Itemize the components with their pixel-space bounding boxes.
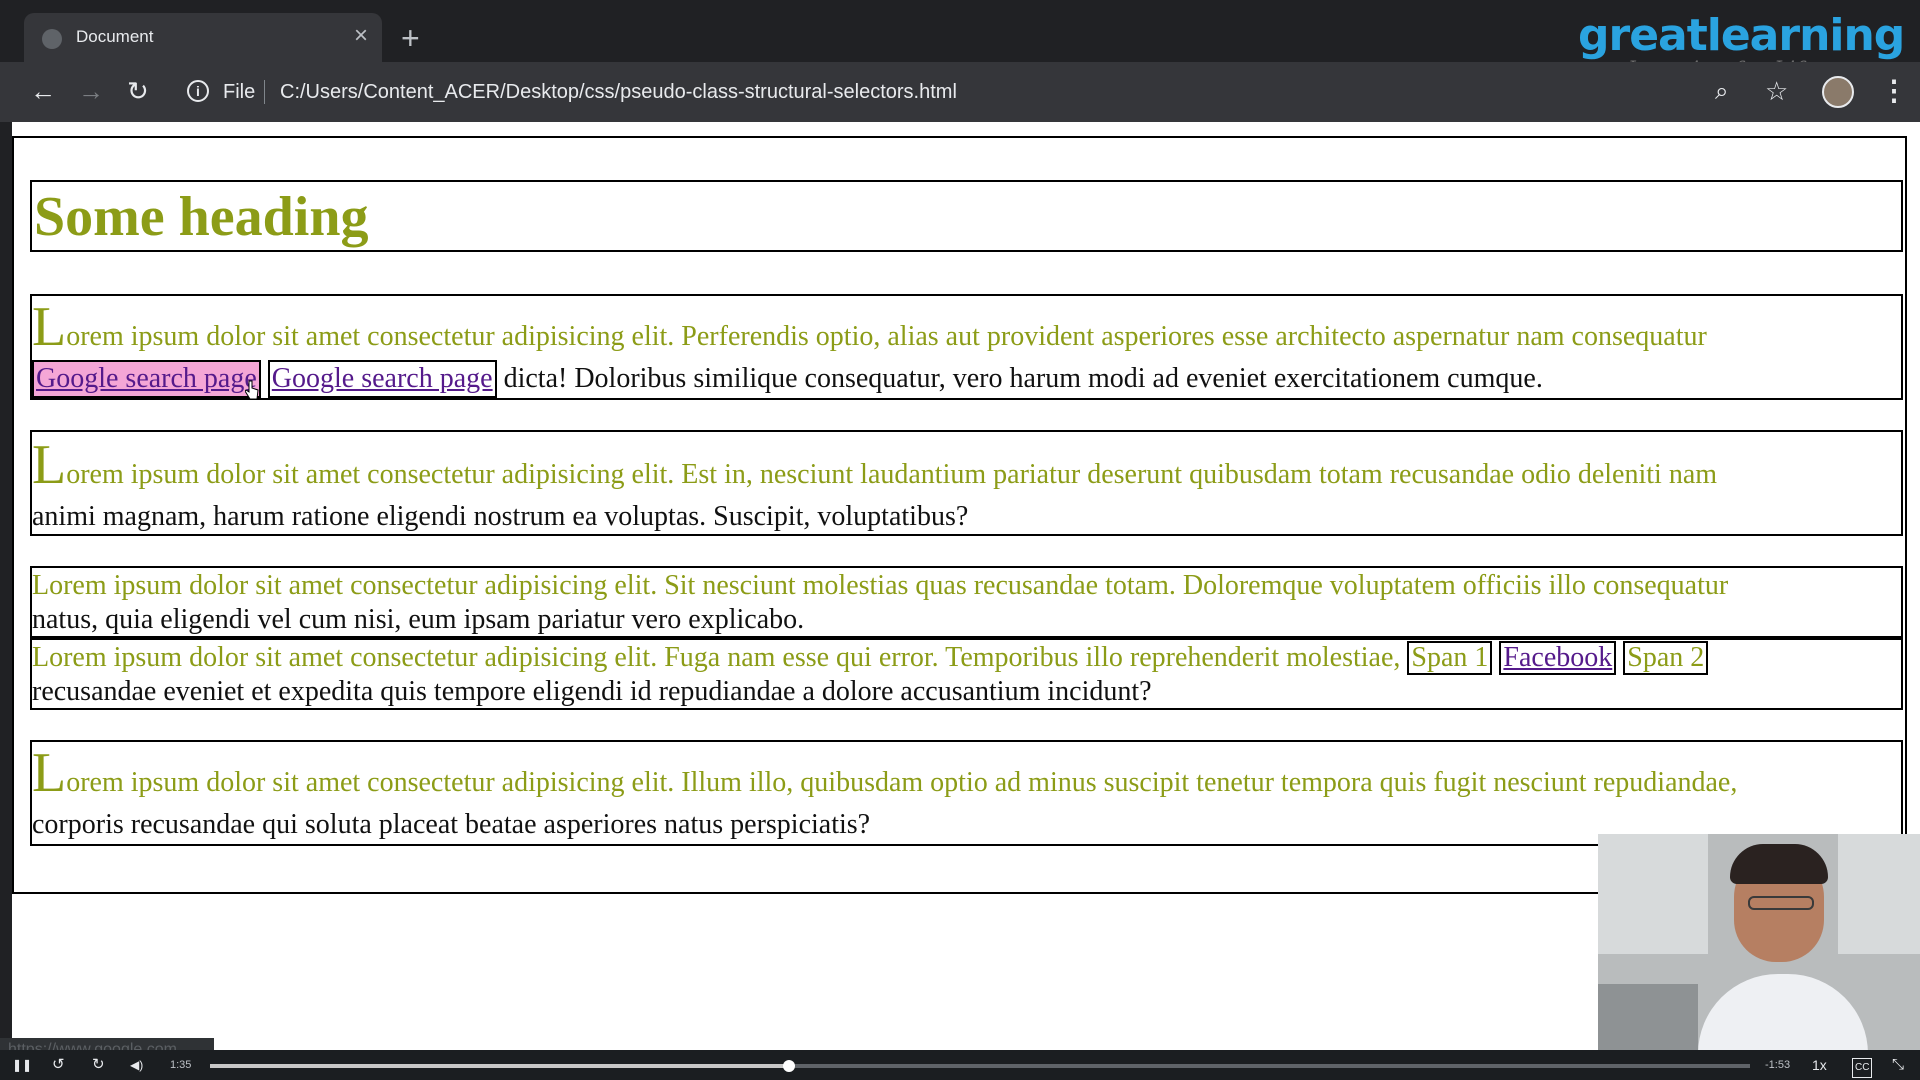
forward-arrow-icon[interactable]: →	[78, 76, 104, 106]
video-player-controls: ❚❚ ↺ ↻ ◀) 1:35 -1:53 1x CC ⤡	[0, 1050, 1920, 1080]
bookmark-star-icon[interactable]: ☆	[1765, 76, 1788, 107]
tab-strip: Document × + greatlearning Learning for …	[0, 0, 1920, 80]
p4-rest: recusandae eveniet et expedita quis temp…	[32, 676, 1152, 707]
p3-text: Lorem ipsum dolor sit amet consectetur a…	[32, 570, 1729, 601]
paragraph-3: Lorem ipsum dolor sit amet consectetur a…	[30, 566, 1903, 638]
logo-brand: greatlearning	[1578, 10, 1905, 61]
volume-icon[interactable]: ◀)	[130, 1056, 143, 1074]
url-divider	[264, 80, 265, 104]
page-heading: Some heading	[34, 186, 369, 248]
google-link-2[interactable]: Google search page	[267, 360, 497, 398]
p1-first-letter: L	[32, 296, 67, 358]
fullscreen-icon[interactable]: ⤡	[1892, 1056, 1904, 1074]
globe-icon	[42, 29, 62, 49]
tab-title: Document	[76, 27, 154, 46]
heading-box: Some heading	[30, 180, 1903, 252]
remaining-time: -1:53	[1765, 1059, 1791, 1071]
seek-bar[interactable]	[210, 1060, 1750, 1072]
p3-rest: natus, quia eligendi vel cum nisi, eum i…	[32, 604, 805, 635]
profile-avatar[interactable]	[1822, 76, 1854, 108]
skip-forward-icon[interactable]: ↻	[92, 1056, 105, 1074]
seek-handle[interactable]	[783, 1060, 796, 1072]
pause-icon[interactable]: ❚❚	[12, 1056, 32, 1074]
p1-rest: dicta! Doloribus similique consequatur, …	[496, 363, 1543, 394]
browser-toolbar: ← → ↻ i File C:/Users/Content_ACER/Deskt…	[0, 62, 1920, 122]
presenter-video	[1598, 834, 1920, 1080]
p2-text: orem ipsum dolor sit amet consectetur ad…	[66, 459, 1718, 490]
rewind-icon[interactable]: ↺	[52, 1056, 65, 1074]
hand-cursor-icon	[245, 380, 259, 400]
p1-text: orem ipsum dolor sit amet consectetur ad…	[66, 321, 1707, 352]
p5-rest: corporis recusandae qui soluta placeat b…	[32, 809, 871, 840]
site-info-icon[interactable]: i	[187, 80, 209, 102]
p2-first-letter: L	[32, 434, 67, 496]
elapsed-time: 1:35	[170, 1059, 192, 1071]
background-window	[1598, 834, 1708, 954]
playback-speed[interactable]: 1x	[1812, 1056, 1827, 1074]
seek-bar-fill	[210, 1064, 790, 1068]
address-bar[interactable]: C:/Users/Content_ACER/Desktop/css/pseudo…	[280, 81, 957, 104]
p5-text: orem ipsum dolor sit amet consectetur ad…	[66, 767, 1738, 798]
new-tab-icon[interactable]: +	[401, 20, 420, 56]
captions-icon[interactable]: CC	[1852, 1058, 1873, 1078]
p2-rest: animi magnam, harum ratione eligendi nos…	[32, 501, 969, 532]
zoom-icon[interactable]: ⌕	[1715, 78, 1728, 106]
facebook-link[interactable]: Facebook	[1499, 641, 1617, 675]
paragraph-1: Lorem ipsum dolor sit amet consectetur a…	[30, 294, 1903, 400]
reload-icon[interactable]: ↻	[127, 76, 149, 106]
back-arrow-icon[interactable]: ←	[30, 76, 56, 106]
span-1: Span 1	[1407, 641, 1493, 675]
span-2: Span 2	[1623, 641, 1709, 675]
url-scheme-label: File	[223, 81, 256, 103]
presenter-glasses	[1748, 896, 1814, 910]
presenter-hair	[1730, 844, 1828, 884]
p4-text: Lorem ipsum dolor sit amet consectetur a…	[32, 642, 1401, 673]
body-outline: Some heading Lorem ipsum dolor sit amet …	[12, 136, 1907, 894]
background-window	[1838, 834, 1920, 954]
p5-first-letter: L	[32, 742, 67, 804]
google-link-1[interactable]: Google search page	[32, 360, 261, 398]
close-tab-icon[interactable]: ×	[354, 23, 368, 49]
kebab-menu-icon[interactable]: ⋮	[1880, 74, 1908, 107]
paragraph-4: Lorem ipsum dolor sit amet consectetur a…	[30, 638, 1903, 710]
paragraph-2: Lorem ipsum dolor sit amet consectetur a…	[30, 430, 1903, 536]
browser-tab[interactable]: Document ×	[24, 13, 382, 63]
paragraph-5: Lorem ipsum dolor sit amet consectetur a…	[30, 740, 1903, 846]
